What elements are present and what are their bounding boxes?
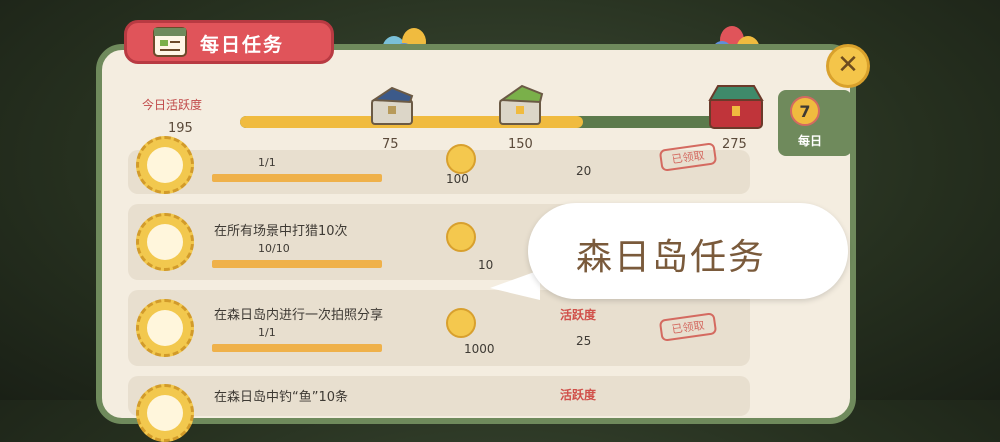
- coin-icon: [446, 222, 476, 252]
- task-icon: [136, 384, 194, 442]
- close-button[interactable]: ✕: [826, 44, 870, 88]
- coin-amount: 1000: [464, 342, 495, 356]
- activity-points: 25: [576, 334, 592, 348]
- task-row: 1/1 100 20 已领取: [128, 136, 750, 194]
- treasure-chest-icon[interactable]: [496, 84, 548, 128]
- treasure-chest-icon[interactable]: [368, 84, 416, 128]
- task-progress-text: 1/1: [258, 326, 276, 339]
- task-row: 在森日岛中钓“鱼”10条 活跃度: [128, 376, 750, 442]
- task-icon: [136, 213, 194, 271]
- page-title: 每日任务: [200, 34, 285, 56]
- task-progress-text: 1/1: [258, 156, 276, 169]
- calendar-icon: [153, 27, 187, 57]
- speech-bubble-text: 森日岛任务: [576, 237, 767, 278]
- activity-label: 今日活跃度: [142, 98, 203, 112]
- speech-bubble-tail: [490, 270, 540, 300]
- task-title: 在所有场景中打猎10次: [214, 224, 348, 239]
- task-row: 在森日岛内进行一次拍照分享 1/1 1000 活跃度 25 已领取: [128, 290, 750, 366]
- day-badge-number: 7: [799, 102, 810, 121]
- day-badge-icon: 7: [790, 96, 820, 126]
- coin-icon: [446, 308, 476, 338]
- task-progress-bar: [212, 344, 382, 352]
- treasure-chest-icon[interactable]: [706, 80, 766, 132]
- activity-points-label: 活跃度: [560, 308, 597, 322]
- task-icon: [136, 136, 194, 194]
- claimed-stamp: 已领取: [658, 312, 718, 342]
- tab-daily-label: 每日: [798, 134, 823, 148]
- task-title: 在森日岛中钓“鱼”10条: [214, 390, 349, 405]
- task-title: 在森日岛内进行一次拍照分享: [214, 308, 384, 323]
- coin-icon: [446, 144, 476, 174]
- coin-amount: 100: [446, 172, 469, 186]
- activity-progress-bar: [240, 116, 730, 128]
- task-icon: [136, 299, 194, 357]
- task-progress-bar: [212, 174, 382, 182]
- task-progress-bar: [212, 260, 382, 268]
- activity-value: 195: [168, 121, 193, 136]
- task-progress-text: 10/10: [258, 242, 290, 255]
- activity-points-label: 活跃度: [560, 388, 597, 402]
- activity-points: 20: [576, 164, 592, 178]
- close-icon: ✕: [837, 50, 859, 80]
